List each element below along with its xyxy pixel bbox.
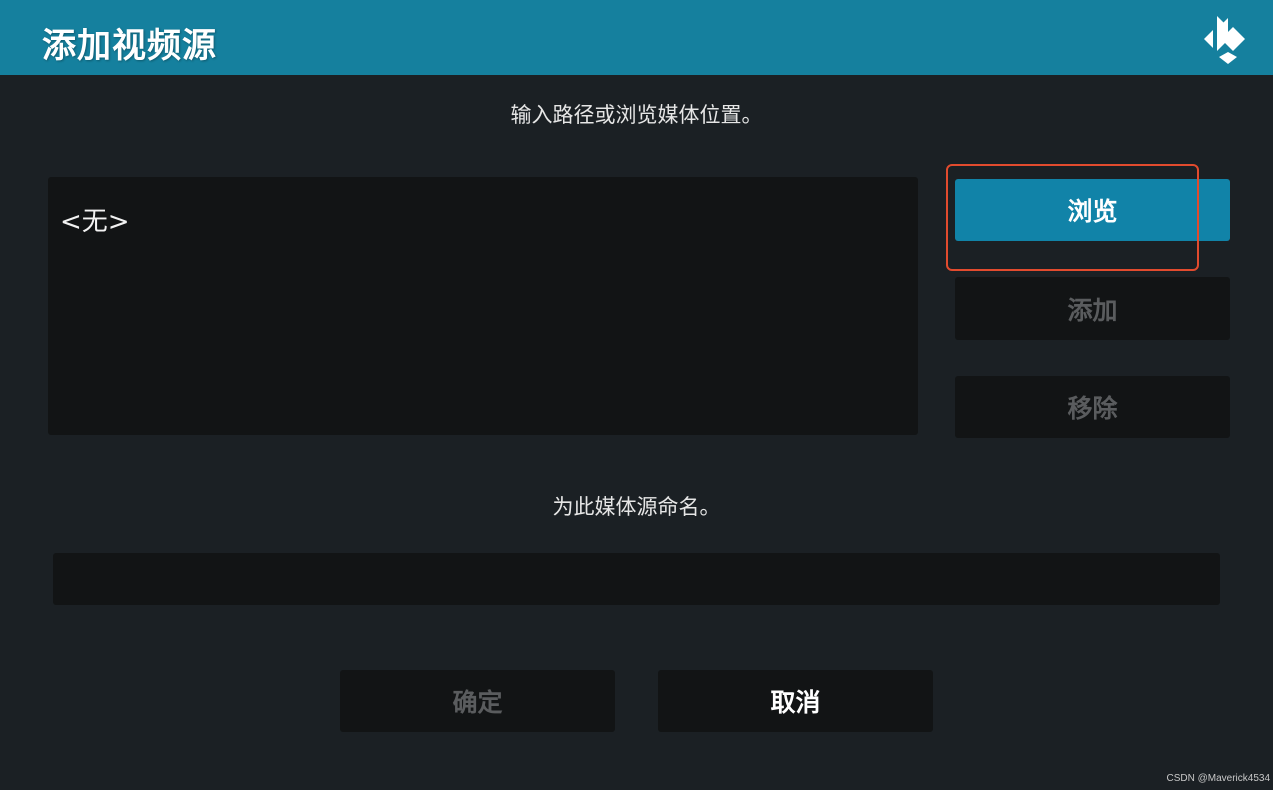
path-prompt: 输入路径或浏览媒体位置。 bbox=[510, 103, 763, 127]
window-edge bbox=[1273, 0, 1280, 790]
highlight-annotation bbox=[946, 164, 1199, 271]
add-button[interactable]: 添加 bbox=[955, 277, 1230, 340]
dialog: 添加视频源 输入路径或浏览媒体位置。 <无> 浏览 添加 移除 为此媒体源命名。… bbox=[0, 0, 1273, 790]
watermark: CSDN @Maverick4534 bbox=[1166, 773, 1270, 784]
path-list[interactable]: <无> bbox=[48, 177, 918, 435]
source-name-input[interactable] bbox=[53, 553, 1220, 605]
name-prompt: 为此媒体源命名。 bbox=[552, 495, 721, 519]
kodi-logo-icon bbox=[1204, 16, 1245, 64]
cancel-button[interactable]: 取消 bbox=[658, 670, 933, 732]
remove-button[interactable]: 移除 bbox=[955, 376, 1230, 438]
dialog-title: 添加视频源 bbox=[42, 26, 217, 66]
dialog-header: 添加视频源 bbox=[0, 0, 1273, 75]
ok-button[interactable]: 确定 bbox=[340, 670, 615, 732]
path-list-item[interactable]: <无> bbox=[60, 201, 130, 238]
